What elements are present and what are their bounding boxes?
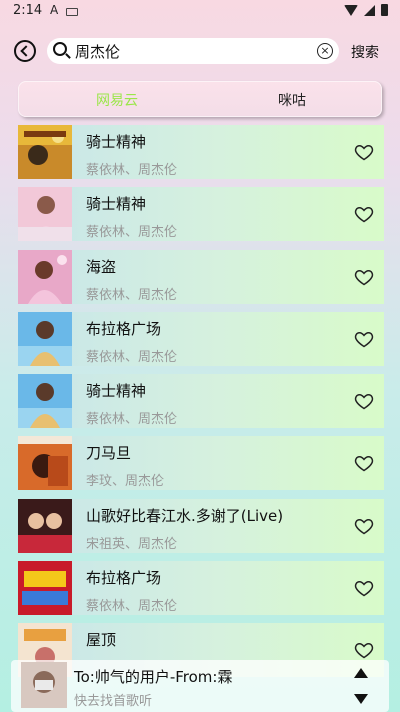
tab-migu[interactable]: 咪咕	[278, 90, 306, 110]
song-title: 布拉格广场	[86, 569, 162, 588]
song-artist: 蔡依林、周杰伦	[86, 225, 178, 241]
song-title: 骑士精神	[86, 382, 147, 401]
clear-icon[interactable]: ×	[317, 43, 333, 59]
heart-icon[interactable]	[354, 578, 374, 598]
song-item[interactable]: 骑士精神 蔡依林、周杰伦	[18, 374, 384, 429]
search-input[interactable]	[75, 41, 305, 61]
album-cover	[18, 498, 72, 553]
song-artist: 宋祖英、周杰伦	[86, 536, 178, 552]
player-title: To:帅气的用户-From:霖	[74, 668, 233, 686]
song-artist: 蔡依林、周杰伦	[86, 349, 178, 365]
album-cover	[18, 249, 72, 304]
heart-icon[interactable]	[354, 204, 374, 224]
song-item[interactable]: 布拉格广场 蔡依林、周杰伦	[18, 311, 384, 366]
previous-arrow-icon[interactable]	[354, 668, 368, 678]
song-title: 骑士精神	[86, 195, 147, 214]
album-cover	[18, 374, 72, 429]
song-artist: 蔡依林、周杰伦	[86, 287, 178, 303]
notification-icon: A	[50, 3, 59, 17]
heart-icon[interactable]	[354, 142, 374, 162]
search-button[interactable]: 搜索	[351, 42, 379, 62]
heart-icon[interactable]	[354, 453, 374, 473]
battery-icon	[381, 4, 388, 16]
album-cover	[18, 125, 72, 179]
status-bar: 2:14 A	[0, 0, 400, 24]
heart-icon[interactable]	[354, 516, 374, 536]
song-title: 刀马旦	[86, 444, 132, 463]
song-artist: 蔡依林、周杰伦	[86, 412, 178, 428]
signal-icon	[364, 4, 375, 16]
status-icons	[344, 4, 388, 16]
source-tabs: 网易云 咪咕	[18, 81, 382, 117]
song-item[interactable]: 骑士精神 蔡依林、周杰伦	[18, 125, 384, 179]
search-bar: × 搜索	[0, 38, 400, 64]
song-title: 山歌好比春江水.多谢了(Live)	[86, 506, 284, 525]
song-title: 海盗	[86, 257, 117, 276]
song-item[interactable]: 山歌好比春江水.多谢了(Live) 宋祖英、周杰伦	[18, 498, 384, 553]
album-cover	[18, 187, 72, 242]
player-cover	[21, 662, 67, 708]
song-title: 布拉格广场	[86, 319, 162, 338]
status-time: 2:14	[13, 3, 43, 18]
heart-icon[interactable]	[354, 329, 374, 349]
heart-icon[interactable]	[354, 640, 374, 660]
heart-icon[interactable]	[354, 267, 374, 287]
heart-icon[interactable]	[354, 391, 374, 411]
song-item[interactable]: 海盗 蔡依林、周杰伦	[18, 249, 384, 304]
song-title: 骑士精神	[86, 133, 147, 151]
next-arrow-icon[interactable]	[354, 694, 368, 704]
song-list: 骑士精神 蔡依林、周杰伦 骑士精神 蔡依林、周杰伦 海盗 蔡依林、周杰伦 布拉格…	[18, 125, 384, 686]
song-item[interactable]: 布拉格广场 蔡依林、周杰伦	[18, 561, 384, 616]
search-box[interactable]: ×	[47, 38, 339, 64]
song-title: 屋顶	[86, 631, 117, 650]
song-artist: 蔡依林、周杰伦	[86, 163, 178, 178]
album-cover	[18, 561, 72, 616]
player-subtitle: 快去找首歌听	[74, 694, 153, 709]
album-cover	[18, 311, 72, 366]
search-icon	[53, 42, 67, 56]
wifi-icon	[344, 4, 358, 16]
song-artist: 李玟、周杰伦	[86, 474, 165, 490]
keyboard-icon	[66, 8, 78, 16]
song-item[interactable]: 刀马旦 李玟、周杰伦	[18, 436, 384, 491]
song-artist: 蔡依林、周杰伦	[86, 599, 178, 615]
song-item[interactable]: 骑士精神 蔡依林、周杰伦	[18, 187, 384, 242]
mini-player[interactable]: To:帅气的用户-From:霖 快去找首歌听	[11, 660, 389, 712]
tab-netease[interactable]: 网易云	[96, 90, 138, 110]
album-cover	[18, 436, 72, 491]
back-button[interactable]	[14, 40, 36, 62]
